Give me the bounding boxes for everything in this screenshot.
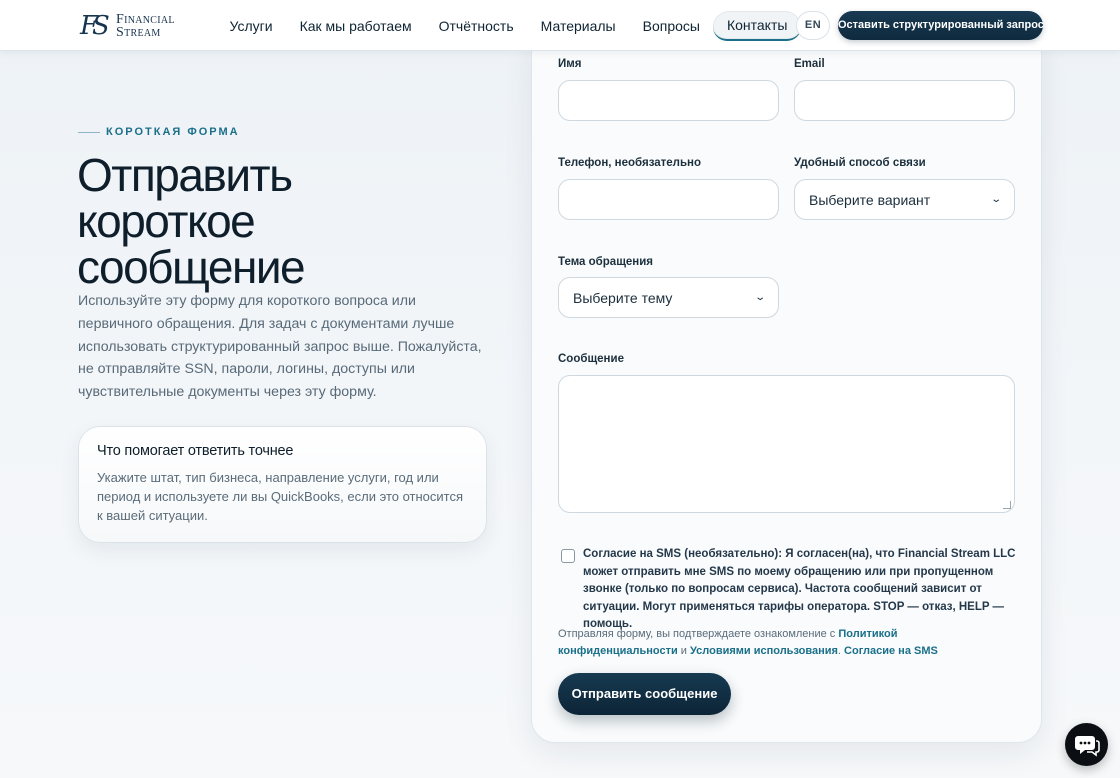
title-line-2: короткое <box>77 195 256 247</box>
email-label: Email <box>794 58 825 70</box>
sms-consent-text: Согласие на SMS (необязательно): Я согла… <box>583 548 1016 630</box>
message-textarea[interactable] <box>558 375 1015 513</box>
contact-method-label: Удобный способ связи <box>794 157 926 169</box>
phone-label: Телефон, необязательно <box>558 157 702 169</box>
sms-consent-checkbox[interactable] <box>561 549 575 563</box>
section-eyebrow: КОРОТКАЯ ФОРМА <box>78 126 240 138</box>
logo-text: Financial Stream <box>116 13 175 40</box>
name-input[interactable] <box>558 80 779 121</box>
contact-method-select[interactable]: Выберите вариант ⌄ <box>794 179 1015 220</box>
topic-label: Тема обращения <box>558 256 654 268</box>
topic-select[interactable]: Выберите тему ⌄ <box>558 277 779 318</box>
nav-item-services[interactable]: Услуги <box>216 12 286 40</box>
chat-bubble-icon <box>1074 735 1100 757</box>
nav-item-contacts[interactable]: Контакты <box>713 11 801 41</box>
nav-item-materials[interactable]: Материалы <box>527 12 629 40</box>
policy-notice: Отправляя форму, вы подтверждаете ознако… <box>558 626 998 659</box>
tip-card: Что помогает ответить точнее Укажите шта… <box>78 426 487 543</box>
intro-description: Используйте эту форму для короткого вопр… <box>78 293 482 401</box>
email-input[interactable] <box>794 80 1015 121</box>
terms-link[interactable]: Условиями использования <box>690 645 838 657</box>
tip-title: Что помогает ответить точнее <box>97 443 294 459</box>
chevron-down-icon: ⌄ <box>753 292 766 303</box>
page-title: Отправить короткое сообщение <box>77 152 497 290</box>
title-line-1: Отправить <box>77 149 293 201</box>
phone-input[interactable] <box>558 179 779 220</box>
name-label: Имя <box>558 58 582 70</box>
chevron-down-icon: ⌄ <box>989 194 1002 205</box>
main-nav: Услуги Как мы работаем Отчётность Матери… <box>216 11 801 41</box>
eyebrow-text: КОРОТКАЯ ФОРМА <box>106 126 240 138</box>
message-label: Сообщение <box>558 353 624 365</box>
policy-and: и <box>677 644 690 657</box>
title-line-3: сообщение <box>77 241 306 293</box>
structured-request-button[interactable]: Оставить структурированный запрос <box>838 11 1044 40</box>
contact-method-value: Выберите вариант <box>809 191 931 208</box>
logo-line-2: Stream <box>116 25 161 40</box>
eyebrow-divider <box>78 131 100 133</box>
sms-consent-link[interactable]: Согласие на SMS <box>844 645 938 657</box>
nav-item-faq[interactable]: Вопросы <box>629 12 713 40</box>
nav-item-reporting[interactable]: Отчётность <box>425 12 527 40</box>
nav-item-how-we-work[interactable]: Как мы работаем <box>286 12 425 40</box>
submit-message-button[interactable]: Отправить сообщение <box>558 673 731 715</box>
logo-monogram-icon: FS <box>80 11 110 41</box>
logo[interactable]: FS Financial Stream <box>80 10 190 42</box>
site-header: FS Financial Stream Услуги Как мы работа… <box>0 0 1120 51</box>
resize-handle-icon[interactable] <box>1003 501 1011 509</box>
tip-text: Укажите штат, тип бизнеса, направление у… <box>97 470 464 523</box>
language-toggle-button[interactable]: EN <box>796 11 830 40</box>
topic-value: Выберите тему <box>573 289 673 306</box>
chat-widget-button[interactable] <box>1065 723 1108 766</box>
policy-prefix: Отправляя форму, вы подтверждаете ознако… <box>558 628 839 640</box>
